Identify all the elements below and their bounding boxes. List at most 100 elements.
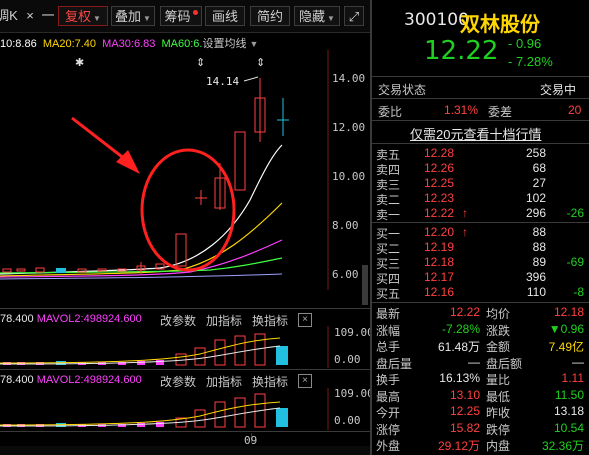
weibi-value: 1.31% <box>444 103 479 117</box>
weicha-value: 20 <box>568 103 582 117</box>
ask-row[interactable]: 卖三 12.25 27 <box>372 176 589 192</box>
stat-value: 1.11 <box>561 371 584 385</box>
stat-label: 涨停 <box>376 422 401 437</box>
divider <box>372 222 589 223</box>
stat-value: 12.18 <box>553 305 584 319</box>
ask-row[interactable]: 卖一 12.22 ↑ 296 -26 <box>372 206 589 222</box>
stat-value: 32.36万 <box>541 439 584 453</box>
price-axis-label: 8.00 <box>332 219 359 232</box>
vol1-chart <box>0 326 329 368</box>
vol-axis-label: 0.00 <box>334 414 361 427</box>
yincang-button[interactable]: 隐藏 ▼ <box>294 6 340 26</box>
weibi-label: 委比 <box>378 105 403 119</box>
status-label: 交易状态 <box>378 83 427 97</box>
stats-row: 换手 16.13% 量比 1.11 <box>372 371 589 387</box>
high-price-pointer <box>243 76 259 82</box>
stat-value: 61.48万 <box>437 340 480 354</box>
chart-toolbar: 调K × 一 复权 ▼ 叠加 ▼ 筹码 画线 简约 隐藏 ▼ ⤢ <box>0 0 370 33</box>
tab-partial[interactable]: 调K <box>0 6 20 26</box>
divider <box>372 302 589 303</box>
stat-label: 内盘 <box>486 439 511 453</box>
ask-row[interactable]: 卖五 12.28 258 <box>372 146 589 162</box>
ask-row[interactable]: 卖二 12.23 102 <box>372 191 589 207</box>
stat-value: — <box>468 354 480 369</box>
stock-name: 双林股份 <box>460 14 540 36</box>
bid-price: 12.17 <box>424 270 455 284</box>
bid-price: 12.18 <box>424 255 455 269</box>
stat-label: 盘后额 <box>486 356 523 371</box>
bid-price: 12.16 <box>424 285 455 299</box>
chart-scrollbar[interactable] <box>362 265 368 305</box>
ma-setting-link[interactable]: 设置均线 <box>202 38 246 50</box>
stat-value: 12.22 <box>449 305 480 319</box>
divider <box>0 431 370 432</box>
ma10-value: 10:8.86 <box>0 38 37 50</box>
stat-value: ▼0.96 <box>548 321 584 336</box>
bid-row[interactable]: 买一 12.20 ↑ 88 <box>372 225 589 241</box>
weicha-label: 委差 <box>488 105 513 119</box>
ask-price: 12.26 <box>424 161 455 175</box>
bid-label: 买五 <box>376 287 401 301</box>
close-icon[interactable]: × <box>298 313 312 327</box>
stat-label: 量比 <box>486 373 511 387</box>
bid-row[interactable]: 买三 12.18 89 -69 <box>372 255 589 271</box>
bottom-bar <box>0 446 370 455</box>
close-icon[interactable]: × <box>298 374 312 388</box>
marker-updown-icon: ⇕ <box>196 57 205 69</box>
divider <box>372 143 589 144</box>
ask-volume: 258 <box>525 146 546 160</box>
stat-value: 13.10 <box>449 387 480 402</box>
minus-button[interactable]: 一 <box>40 6 56 26</box>
chevron-down-icon[interactable]: ▼ <box>249 39 258 49</box>
stat-value: 10.54 <box>553 420 584 435</box>
bid-volume: 88 <box>532 240 546 254</box>
notification-dot-icon <box>192 10 198 15</box>
bid-change: -8 <box>573 285 584 299</box>
diejia-button[interactable]: 叠加 ▼ <box>111 6 155 26</box>
ask-price: 12.25 <box>424 176 455 190</box>
stat-label: 最低 <box>486 389 511 404</box>
divider <box>0 369 370 370</box>
stat-label: 均价 <box>486 307 511 321</box>
ma30-value: MA30:6.83 <box>102 38 156 50</box>
chart-panel: 调K × 一 复权 ▼ 叠加 ▼ 筹码 画线 简约 隐藏 ▼ ⤢ 10:8.86 MA… <box>0 0 370 455</box>
candles <box>2 78 289 274</box>
huaxian-button[interactable]: 画线 <box>205 6 245 26</box>
stat-label: 总手 <box>376 340 401 354</box>
ask-row[interactable]: 卖四 12.26 68 <box>372 161 589 177</box>
expand-icon[interactable]: ⤢ <box>344 6 364 26</box>
chouma-button[interactable]: 筹码 <box>160 6 202 26</box>
ma-legend: 10:8.86 MA20:7.40 MA30:6.83 MA60:6.设置均线 ▼ <box>0 35 258 51</box>
quote-panel: 300100 双林股份 12.22 - 0.96 - 7.28% 交易状态 交易… <box>372 0 589 455</box>
ask-volume: 296 <box>525 206 546 220</box>
ask-change: -26 <box>566 206 584 220</box>
stats-row: 最新 12.22 均价 12.18 <box>372 305 589 321</box>
close-icon[interactable]: × <box>22 6 38 26</box>
ask-price: 12.28 <box>424 146 455 160</box>
stat-label: 换手 <box>376 373 401 387</box>
bid-row[interactable]: 买五 12.16 110 -8 <box>372 285 589 301</box>
chevron-down-icon: ▼ <box>93 14 101 23</box>
bid-change: -69 <box>566 255 584 269</box>
chevron-down-icon: ▼ <box>327 14 335 23</box>
stat-label: 涨跌 <box>486 323 511 338</box>
marker-updown-icon: ⇕ <box>256 57 265 69</box>
kline-chart[interactable]: ✱ ⇕ ⇕ 14.14 <box>0 50 370 290</box>
stat-label: 涨幅 <box>376 323 401 338</box>
bid-price: 12.19 <box>424 240 455 254</box>
status-value: 交易中 <box>540 83 577 97</box>
ask-volume: 27 <box>532 176 546 190</box>
bid-row[interactable]: 买四 12.17 396 <box>372 270 589 286</box>
stat-label: 最高 <box>376 389 401 404</box>
promo-link[interactable]: 仅需20元查看十档行情 <box>410 124 541 143</box>
stats-row: 最高 13.10 最低 11.50 <box>372 388 589 404</box>
stat-value: — <box>572 354 584 369</box>
ask-volume: 68 <box>532 161 546 175</box>
stat-label: 今开 <box>376 406 401 420</box>
bid-row[interactable]: 买二 12.19 88 <box>372 240 589 256</box>
vol1-header: 78.400 MAVOL2:498924.600 <box>0 313 142 325</box>
jianyue-button[interactable]: 简约 <box>250 6 290 26</box>
fuquan-button[interactable]: 复权 ▼ <box>58 6 108 26</box>
divider <box>372 120 589 121</box>
ask-price: 12.23 <box>424 191 455 205</box>
